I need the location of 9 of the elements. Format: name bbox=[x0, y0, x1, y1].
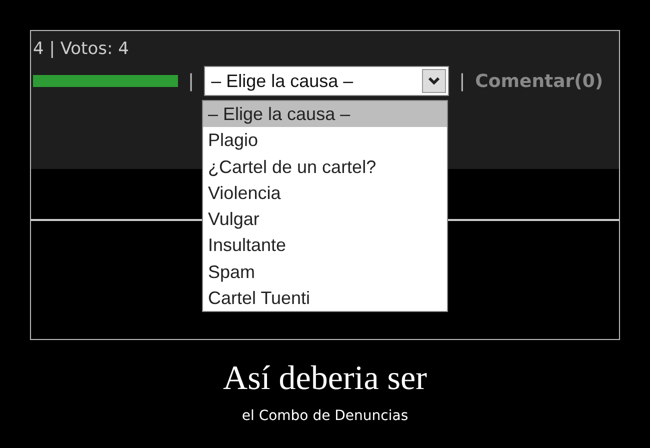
chevron-down-icon bbox=[422, 69, 446, 93]
separator: | bbox=[188, 70, 194, 92]
poster-title: Así deberia ser bbox=[223, 360, 427, 398]
comment-link[interactable]: Comentar(0) bbox=[475, 70, 604, 92]
poster-caption: el Combo de Denuncias bbox=[242, 408, 408, 424]
separator: | bbox=[459, 70, 466, 92]
votes-count: 4 | Votos: 4 bbox=[33, 39, 130, 59]
cause-select[interactable]: – Elige la causa – bbox=[204, 66, 450, 96]
dropdown-option[interactable]: – Elige la causa – bbox=[203, 101, 447, 128]
